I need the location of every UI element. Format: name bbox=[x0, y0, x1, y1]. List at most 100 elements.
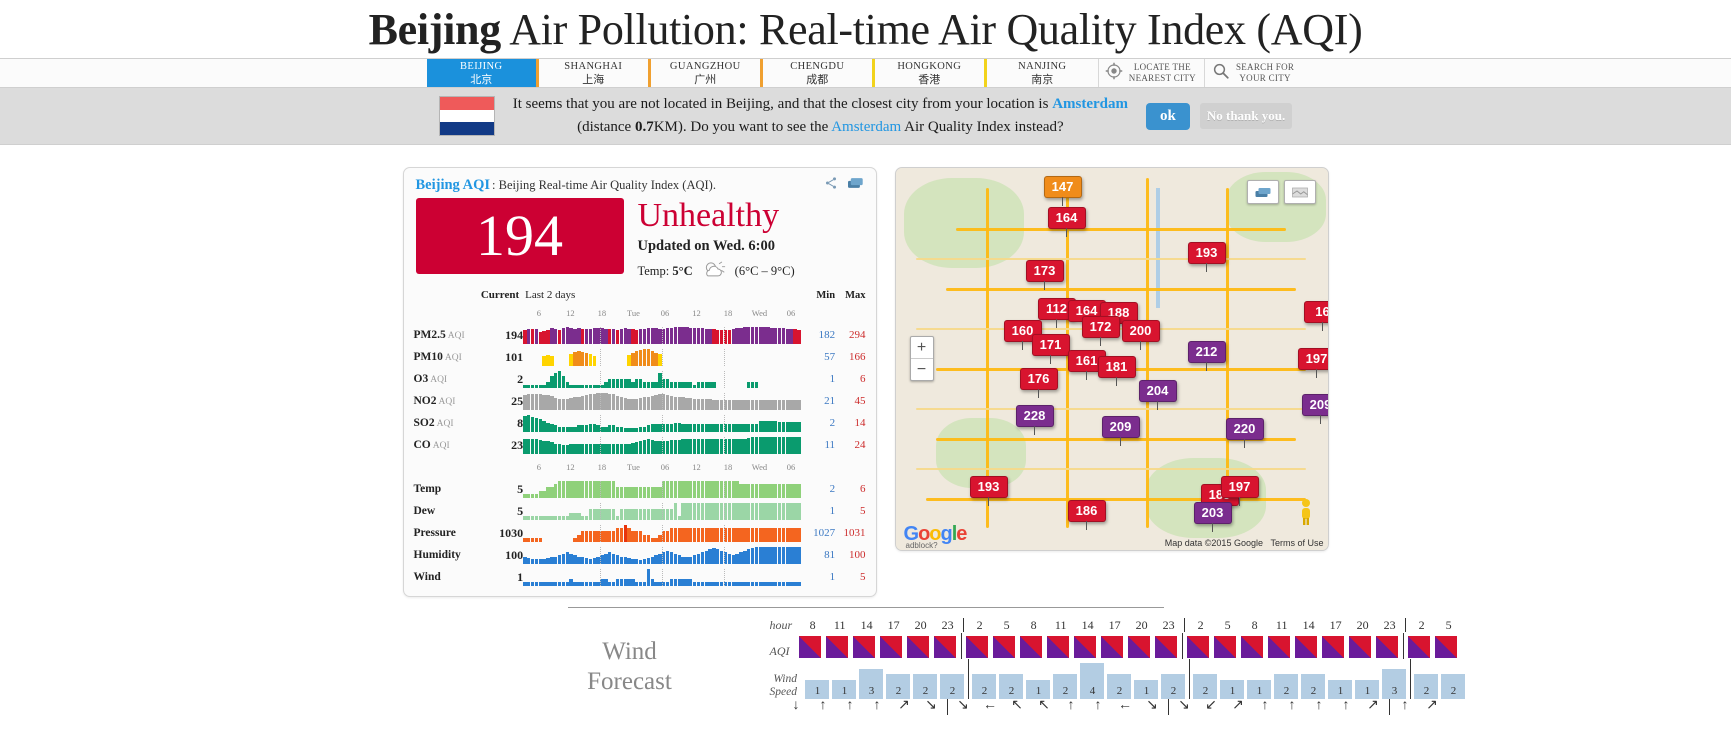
city-tab-name-cn: 上海 bbox=[582, 73, 605, 86]
spark-bar bbox=[573, 352, 577, 366]
spark-bar bbox=[534, 394, 539, 410]
axis-tick-label: 12 bbox=[566, 461, 575, 472]
wind-speed-label-l2: Speed bbox=[769, 686, 797, 698]
map-aqi-marker[interactable]: 186 bbox=[1067, 500, 1106, 530]
ok-button[interactable]: ok bbox=[1146, 102, 1190, 130]
spark-bar bbox=[554, 483, 558, 498]
pollutant-name: Pressure bbox=[413, 527, 456, 539]
spark-bar bbox=[623, 379, 627, 388]
map-aqi-marker[interactable]: 197 bbox=[1220, 476, 1259, 506]
forecast-aqi-swatch bbox=[966, 636, 988, 658]
map-aqi-marker[interactable]: 181 bbox=[1097, 356, 1136, 386]
city-tab-chengdu[interactable]: Chengdu 成都 bbox=[762, 59, 875, 87]
spark-bar bbox=[546, 487, 550, 498]
geolocation-message: It seems that you are not located in Bei… bbox=[513, 93, 1128, 139]
map-aqi-marker[interactable]: 173 bbox=[1025, 260, 1064, 290]
spark-bar bbox=[774, 400, 778, 410]
map-aqi-marker[interactable]: 172 bbox=[1081, 316, 1120, 346]
map-aqi-marker[interactable]: 193 bbox=[1187, 242, 1226, 272]
street-view-pegman-icon[interactable] bbox=[1298, 498, 1314, 526]
spark-bar bbox=[762, 582, 766, 586]
map-attribution: Map data ©2015 Google Terms of Use bbox=[1165, 538, 1324, 548]
spark-bar bbox=[673, 553, 678, 564]
map-aqi-marker[interactable]: 212 bbox=[1187, 341, 1226, 371]
map-aqi-marker[interactable]: 209 bbox=[1101, 416, 1140, 446]
spark-bar bbox=[615, 395, 620, 410]
map-view-icon[interactable] bbox=[1246, 180, 1279, 204]
spark-bar bbox=[758, 527, 762, 542]
spark-bar bbox=[608, 393, 612, 410]
spark-bar bbox=[797, 329, 801, 344]
wind-direction-cell: ↑ bbox=[1333, 699, 1360, 715]
spark-bar bbox=[581, 557, 585, 564]
spark-bar bbox=[781, 546, 786, 564]
city-tab-shanghai[interactable]: Shanghai 上海 bbox=[538, 59, 651, 87]
spark-bar bbox=[550, 355, 554, 366]
spark-bar bbox=[561, 398, 566, 410]
map-aqi-marker[interactable]: 204 bbox=[1138, 380, 1177, 410]
zoom-in-button[interactable]: + bbox=[910, 337, 933, 359]
spark-bar bbox=[635, 582, 639, 586]
search-city-button[interactable]: Search for your city bbox=[1205, 59, 1304, 87]
map-aqi-marker[interactable]: 228 bbox=[1015, 405, 1054, 435]
spark-bar bbox=[658, 373, 662, 388]
city-tab-nanjing[interactable]: Nanjing 南京 bbox=[986, 59, 1099, 87]
aqi-map[interactable]: 147 164 193 173 112 164 188 16 160 172 200 171 197 16… bbox=[894, 167, 1329, 551]
terms-of-use-link[interactable]: Terms of Use bbox=[1270, 538, 1323, 548]
share-icon[interactable] bbox=[824, 176, 838, 194]
layers-icon[interactable] bbox=[846, 176, 864, 194]
spark-bar bbox=[538, 559, 542, 564]
spark-bar bbox=[527, 557, 531, 564]
map-aqi-marker[interactable]: 171 bbox=[1031, 334, 1070, 364]
wind-aqi-cell bbox=[991, 633, 1018, 659]
wind-hour-cell: 17 bbox=[887, 618, 900, 632]
map-aqi-marker[interactable]: 220 bbox=[1225, 418, 1264, 448]
search-label-line2: your city bbox=[1239, 73, 1291, 83]
geo-link-amsterdam-2[interactable]: Amsterdam bbox=[831, 119, 901, 135]
pollutant-max-value: 294 bbox=[849, 329, 866, 341]
wind-day-separator bbox=[1188, 659, 1190, 699]
map-aqi-marker[interactable]: 16 bbox=[1303, 301, 1328, 331]
map-zoom-controls[interactable]: + − bbox=[909, 336, 934, 381]
wind-aqi-label: AQI bbox=[769, 644, 790, 658]
spark-bar bbox=[774, 420, 778, 432]
locate-nearest-city-button[interactable]: Locate the nearest city bbox=[1099, 59, 1205, 87]
forecast-aqi-swatch bbox=[1435, 636, 1457, 658]
map-aqi-marker[interactable]: 193 bbox=[969, 476, 1008, 506]
map-type-controls[interactable] bbox=[1246, 180, 1316, 204]
spark-bar bbox=[577, 556, 581, 564]
satellite-view-icon[interactable] bbox=[1283, 180, 1316, 204]
city-tab-hongkong[interactable]: HongKong 香港 bbox=[874, 59, 987, 87]
spark-gridline bbox=[662, 568, 664, 586]
geo-link-amsterdam-1[interactable]: Amsterdam bbox=[1052, 96, 1128, 112]
spark-bar bbox=[766, 327, 770, 344]
forecast-aqi-swatch bbox=[1047, 636, 1069, 658]
spark-bar bbox=[623, 524, 627, 542]
spark-bar bbox=[546, 355, 550, 366]
zoom-out-button[interactable]: − bbox=[911, 359, 933, 380]
pollutant-max-value: 100 bbox=[849, 549, 866, 561]
spark-gridline bbox=[600, 370, 602, 388]
map-aqi-marker[interactable]: 203 bbox=[1193, 502, 1232, 532]
spark-bar bbox=[565, 516, 569, 520]
pollutant-row: Dew 5 1 5 bbox=[414, 500, 866, 522]
wind-aqi-cell bbox=[1185, 633, 1212, 659]
geo-line2-mid: KM). Do you want to see the bbox=[653, 119, 832, 135]
map-aqi-marker[interactable]: 209 bbox=[1301, 394, 1328, 424]
map-aqi-marker[interactable]: 197 bbox=[1297, 348, 1328, 378]
wind-direction-arrow-icon: ↑ bbox=[1067, 698, 1075, 713]
wind-aqi-cell bbox=[824, 633, 851, 659]
spark-bar bbox=[793, 527, 797, 542]
wind-day-separator bbox=[967, 659, 969, 699]
map-aqi-marker[interactable]: 147 bbox=[1043, 176, 1082, 206]
map-aqi-marker[interactable]: 200 bbox=[1121, 320, 1160, 350]
spark-bar bbox=[554, 516, 558, 520]
spark-bar bbox=[542, 394, 546, 410]
map-aqi-marker[interactable]: 164 bbox=[1047, 207, 1086, 237]
spark-bar bbox=[646, 396, 651, 410]
city-tab-guangzhou[interactable]: Guangzhou 广州 bbox=[650, 59, 763, 87]
city-tab-beijing[interactable]: Beijing 北京 bbox=[426, 59, 539, 87]
map-aqi-marker[interactable]: 176 bbox=[1019, 368, 1058, 398]
wind-direction-row: ↓ ↑ ↑ ↑ ↗ ↘ ↘ ← ↖ ↖ ↑ ↑ ← ↘ ↘ ↙ ↗ ↑ ↑ ↑ ↑ ↗ ↑ ↗ bbox=[770, 699, 1446, 715]
no-thank-you-button[interactable]: No thank you. bbox=[1199, 102, 1293, 129]
